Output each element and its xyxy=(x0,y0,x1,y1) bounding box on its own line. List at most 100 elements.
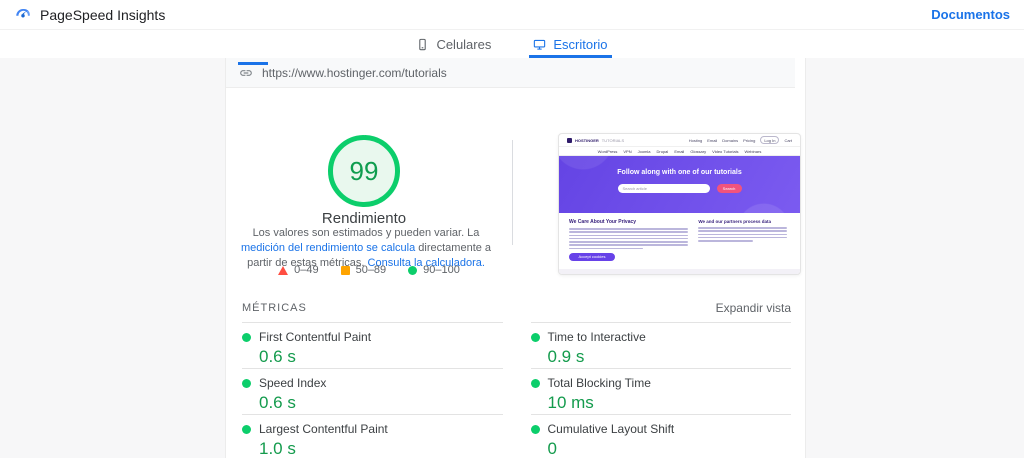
thumb-login-button: Log In xyxy=(760,136,779,144)
url-bar: https://www.hostinger.com/tutorials xyxy=(226,58,795,88)
thumb-subnav-item: Glossary xyxy=(690,149,706,154)
text-line-placeholder xyxy=(569,238,688,240)
thumb-search-button: Search xyxy=(717,184,742,193)
thumb-logo-text: HOSTINGER xyxy=(575,138,599,143)
link-icon xyxy=(239,66,253,80)
thumb-hero-banner: Follow along with one of our tutorials S… xyxy=(559,156,800,213)
metric-value: 0 xyxy=(548,439,792,458)
metric-value: 0.9 s xyxy=(548,347,792,367)
app-title: PageSpeed Insights xyxy=(40,7,165,23)
metric-name: First Contentful Paint xyxy=(259,330,371,344)
thumb-menu: Hosting Email Domains Pricing Log In Car… xyxy=(689,136,792,144)
metric-value: 1.0 s xyxy=(259,439,503,458)
thumb-menu-item: Hosting xyxy=(689,138,703,143)
legend-fail-label: 0–49 xyxy=(294,264,318,276)
pass-dot-icon xyxy=(531,333,540,342)
tab-celulares[interactable]: Celulares xyxy=(412,30,495,58)
thumb-subnav-item: Video Tutorials xyxy=(712,149,738,154)
performance-score: 99 xyxy=(327,134,401,208)
metric-value: 0.6 s xyxy=(259,347,503,367)
metrics-heading: MÉTRICAS xyxy=(242,302,307,314)
thumb-cookie-notice: We Care About Your Privacy Accept cookie… xyxy=(559,213,800,269)
report-card: https://www.hostinger.com/tutorials 99 R… xyxy=(225,58,806,458)
score-legend: 0–49 50–89 90–100 xyxy=(226,264,512,276)
expand-view-button[interactable]: Expandir vista xyxy=(716,301,791,315)
pass-dot-icon xyxy=(242,425,251,434)
thumb-subnav-item: Webinars xyxy=(745,149,762,154)
pass-dot-icon xyxy=(531,425,540,434)
metric-name: Total Blocking Time xyxy=(548,376,651,390)
tab-escritorio-label: Escritorio xyxy=(553,37,607,52)
text-line-placeholder xyxy=(569,235,688,237)
thumb-subnav-item: VPN xyxy=(623,149,631,154)
performance-gauge: 99 xyxy=(327,134,401,208)
pass-dot-icon xyxy=(531,379,540,388)
text-line-placeholder xyxy=(698,234,786,236)
thumb-partners-heading: We and our partners process data xyxy=(698,219,786,224)
metric-largest-contentful-paint: Largest Contentful Paint 1.0 s xyxy=(242,414,503,458)
tab-escritorio[interactable]: Escritorio xyxy=(529,30,611,58)
device-tabs: Celulares Escritorio xyxy=(0,30,1024,58)
thumb-menu-item: Email xyxy=(707,138,717,143)
legend-fail: 0–49 xyxy=(278,264,318,276)
active-tab-indicator xyxy=(529,55,611,58)
text-line-placeholder xyxy=(569,248,643,250)
hostinger-logo-icon xyxy=(567,138,572,143)
thumb-hero-title: Follow along with one of our tutorials xyxy=(559,156,800,176)
thumb-search-row: Search article Search xyxy=(559,184,800,193)
measurement-link[interactable]: medición del rendimiento se calcula xyxy=(241,242,415,254)
thumb-logo-suffix: TUTORIALS xyxy=(602,138,624,143)
documentos-link[interactable]: Documentos xyxy=(931,7,1010,22)
thumb-subnav-item: Email xyxy=(674,149,684,154)
metrics-grid: First Contentful Paint 0.6 s Time to Int… xyxy=(226,322,806,458)
thumb-menu-item: Domains xyxy=(722,138,738,143)
metric-total-blocking-time: Total Blocking Time 10 ms xyxy=(531,368,792,414)
metric-cumulative-layout-shift: Cumulative Layout Shift 0 xyxy=(531,414,792,458)
metric-speed-index: Speed Index 0.6 s xyxy=(242,368,503,414)
text-line-placeholder xyxy=(698,230,786,232)
metric-value: 10 ms xyxy=(548,393,792,413)
fail-triangle-icon xyxy=(278,266,288,275)
metric-name: Largest Contentful Paint xyxy=(259,422,388,436)
metric-name: Speed Index xyxy=(259,376,326,390)
legend-pass: 90–100 xyxy=(408,264,460,276)
pass-dot-icon xyxy=(242,379,251,388)
metric-name: Time to Interactive xyxy=(548,330,646,344)
analyzed-url[interactable]: https://www.hostinger.com/tutorials xyxy=(262,66,447,80)
legend-average-label: 50–89 xyxy=(356,264,387,276)
thumb-topbar: HOSTINGER TUTORIALS Hosting Email Domain… xyxy=(559,134,800,146)
thumb-footer-strip xyxy=(559,269,800,275)
thumb-subnav-item: Joomla xyxy=(638,149,651,154)
text-line-placeholder xyxy=(569,228,688,230)
text-line-placeholder xyxy=(698,227,786,229)
thumb-partners-column: We and our partners process data xyxy=(698,219,786,269)
metric-first-contentful-paint: First Contentful Paint 0.6 s xyxy=(242,322,503,368)
thumb-subnav-item: Drupal xyxy=(657,149,669,154)
thumb-menu-item: Pricing xyxy=(743,138,755,143)
pagespeed-logo-icon xyxy=(14,6,32,24)
tab-celulares-label: Celulares xyxy=(436,37,491,52)
thumb-privacy-heading: We Care About Your Privacy xyxy=(569,219,688,225)
progress-indicator-bar xyxy=(238,62,268,65)
metrics-header: MÉTRICAS Expandir vista xyxy=(226,301,806,315)
legend-pass-label: 90–100 xyxy=(423,264,460,276)
pass-circle-icon xyxy=(408,266,417,275)
pass-dot-icon xyxy=(242,333,251,342)
thumb-cart-label: Cart xyxy=(784,138,792,143)
thumb-accept-cookies-button: Accept cookies xyxy=(569,253,615,261)
metric-value: 0.6 s xyxy=(259,393,503,413)
thumb-subnav: WordPress VPN Joomla Drupal Email Glossa… xyxy=(559,146,800,156)
desktop-icon xyxy=(533,38,546,51)
thumb-subnav-item: WordPress xyxy=(598,149,618,154)
performance-label: Rendimiento xyxy=(264,210,464,227)
metric-name: Cumulative Layout Shift xyxy=(548,422,675,436)
legend-average: 50–89 xyxy=(341,264,387,276)
text-line-placeholder xyxy=(569,231,688,233)
metric-time-to-interactive: Time to Interactive 0.9 s xyxy=(531,322,792,368)
vertical-divider xyxy=(512,140,513,245)
text-line-placeholder xyxy=(569,244,688,246)
disclaimer-text: Los valores son estimados y pueden varia… xyxy=(253,227,480,239)
thumb-search-input: Search article xyxy=(618,184,710,193)
page-screenshot-thumbnail: HOSTINGER TUTORIALS Hosting Email Domain… xyxy=(558,133,801,275)
average-square-icon xyxy=(341,266,350,275)
